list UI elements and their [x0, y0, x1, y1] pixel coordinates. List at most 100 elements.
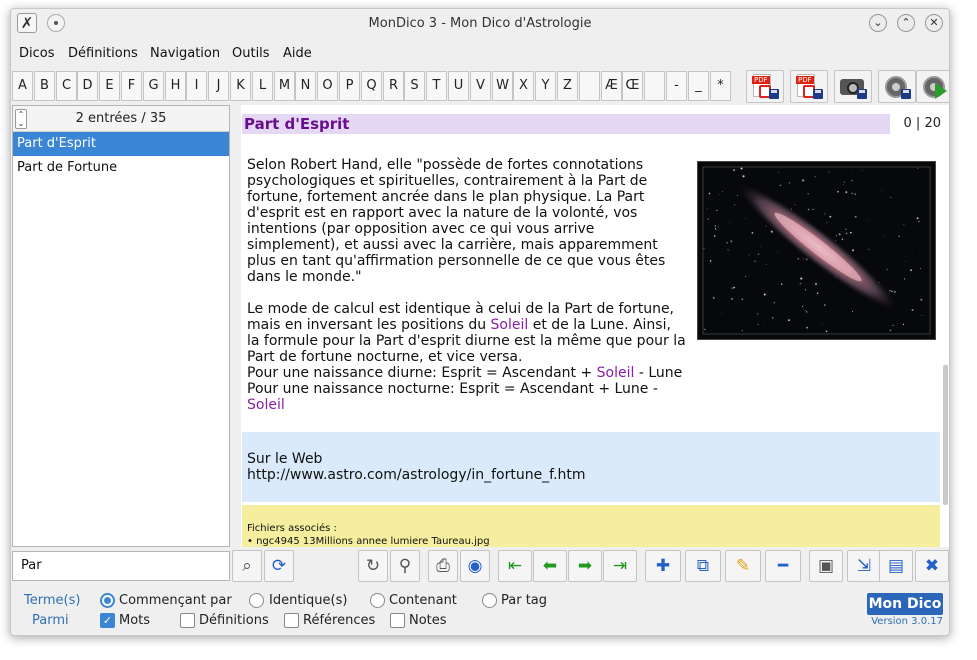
letter-button[interactable]: Q — [361, 71, 382, 101]
entry-title: Part d'Esprit — [242, 114, 890, 134]
letter-button[interactable]: E — [99, 71, 120, 101]
letter-button[interactable]: J — [208, 71, 229, 101]
radio-label: Commençant par — [119, 593, 232, 608]
search-input[interactable]: Par — [12, 551, 230, 581]
letter-button[interactable]: G — [143, 71, 164, 101]
galaxy-image[interactable] — [697, 161, 936, 340]
letter-button[interactable]: H — [165, 71, 186, 101]
reload-icon[interactable]: ↻ — [358, 550, 388, 582]
checkbox-references[interactable] — [284, 613, 299, 628]
pdf-export-icon[interactable] — [746, 70, 784, 103]
save-icon[interactable]: ▣ — [809, 550, 843, 582]
entry-list-panel: ⌃ ⌄ 2 entrées / 35 Part d'Esprit Part de … — [12, 105, 230, 547]
duplicate-icon[interactable]: ⧉ — [685, 550, 721, 582]
letter-button[interactable]: L — [252, 71, 273, 101]
star — [717, 226, 719, 228]
letter-button[interactable]: Æ — [601, 71, 622, 101]
star — [733, 286, 735, 289]
letter-button[interactable]: S — [404, 71, 425, 101]
letter-button[interactable]: M — [274, 71, 295, 101]
letter-button[interactable]: K — [230, 71, 251, 101]
speaker-save-icon[interactable] — [878, 70, 916, 103]
star — [902, 323, 905, 326]
checkbox-mots[interactable]: ✓ — [100, 613, 115, 628]
letter-button[interactable]: - — [666, 71, 687, 101]
first-icon[interactable]: ⇤ — [498, 550, 532, 582]
scrollbar[interactable] — [943, 365, 948, 505]
letter-button[interactable]: _ — [688, 71, 709, 101]
list-item[interactable]: Part d'Esprit — [13, 132, 229, 156]
letter-button[interactable]: Œ — [622, 71, 643, 101]
radio-par-tag[interactable] — [482, 593, 497, 608]
link-soleil[interactable]: Soleil — [491, 317, 529, 333]
letter-button[interactable]: Z — [557, 71, 578, 101]
star — [807, 208, 810, 211]
last-icon[interactable]: ⇥ — [603, 550, 637, 582]
letter-button[interactable]: B — [34, 71, 55, 101]
letter-button[interactable]: F — [121, 71, 142, 101]
star — [706, 208, 708, 209]
menu-dicos[interactable]: Dicos — [19, 43, 55, 65]
link-soleil[interactable]: Soleil — [597, 365, 635, 381]
letter-button[interactable]: D — [77, 71, 98, 101]
letter-button[interactable]: O — [317, 71, 338, 101]
web-link[interactable]: http://www.astro.com/astrology/in_fortun… — [247, 467, 940, 483]
refresh-icon[interactable]: ⟳ — [264, 550, 294, 582]
export-icon[interactable]: ⇲ — [847, 550, 881, 582]
letter-button[interactable]: A — [12, 71, 33, 101]
speaker-play-icon[interactable] — [916, 70, 949, 103]
letter-button[interactable]: P — [339, 71, 360, 101]
letter-button[interactable] — [644, 71, 665, 101]
pdf-save-icon[interactable] — [790, 70, 828, 103]
star — [733, 169, 735, 171]
letter-button[interactable]: C — [56, 71, 77, 101]
letter-button[interactable]: V — [470, 71, 491, 101]
checkbox-notes[interactable] — [390, 613, 405, 628]
next-icon[interactable]: ➡ — [568, 550, 602, 582]
star — [806, 326, 809, 329]
globe-icon[interactable]: ◉ — [460, 550, 490, 582]
remove-icon[interactable]: ━ — [765, 550, 801, 582]
letter-button[interactable]: X — [513, 71, 534, 101]
radio-commencant[interactable] — [100, 593, 115, 608]
radio-contenant[interactable] — [370, 593, 385, 608]
menu-outils[interactable]: Outils — [232, 43, 270, 65]
star — [919, 267, 921, 270]
zoom-icon[interactable]: ⚲ — [390, 550, 420, 582]
star — [851, 179, 853, 182]
books-icon[interactable]: ▤ — [879, 550, 913, 582]
letter-button[interactable]: N — [295, 71, 316, 101]
star — [773, 302, 775, 304]
paragraph-2: Le mode de calcul est identique à celui … — [247, 301, 687, 413]
letter-button[interactable] — [579, 71, 600, 101]
edit-icon[interactable]: ✎ — [725, 550, 761, 582]
letter-button[interactable]: R — [383, 71, 404, 101]
link-soleil[interactable]: Soleil — [247, 397, 285, 413]
menu-definitions[interactable]: Définitions — [68, 43, 138, 65]
maximize-button[interactable]: ⌃ — [897, 14, 915, 32]
prev-icon[interactable]: ⬅ — [533, 550, 567, 582]
list-item[interactable]: Part de Fortune — [13, 156, 229, 180]
letter-button[interactable]: Y — [535, 71, 556, 101]
minimize-button[interactable]: ⌄ — [869, 14, 887, 32]
print-icon[interactable]: ⎙ — [428, 550, 458, 582]
letter-button[interactable]: W — [492, 71, 513, 101]
add-icon[interactable]: ✚ — [645, 550, 681, 582]
star — [837, 190, 839, 193]
checkbox-label: Mots — [119, 613, 151, 628]
letter-button[interactable]: U — [448, 71, 469, 101]
file-item[interactable]: • ngc4945 13Millions annee lumiere Taure… — [247, 535, 940, 547]
star — [849, 231, 852, 234]
letter-button[interactable]: I — [186, 71, 207, 101]
camera-icon[interactable] — [834, 70, 872, 103]
menu-aide[interactable]: Aide — [283, 43, 312, 65]
checkbox-definitions[interactable] — [180, 613, 195, 628]
menu-navigation[interactable]: Navigation — [150, 43, 220, 65]
letter-button[interactable]: * — [710, 71, 731, 101]
tools-icon[interactable]: ✖ — [915, 550, 949, 582]
find-icon[interactable]: ⌕ — [232, 550, 262, 582]
close-button[interactable]: ✕ — [925, 14, 943, 32]
letter-button[interactable]: T — [426, 71, 447, 101]
star — [736, 195, 738, 197]
radio-identiques[interactable] — [249, 593, 264, 608]
